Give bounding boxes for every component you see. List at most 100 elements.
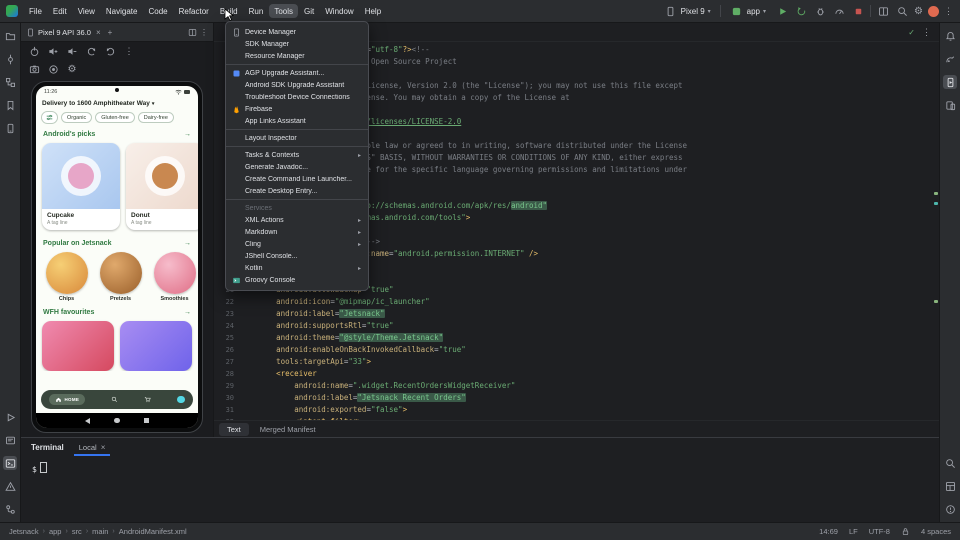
delivery-address-selector[interactable]: Delivery to 1600 Amphitheater Way ▾: [36, 95, 198, 108]
kebab-menu-icon[interactable]: ⋮: [922, 27, 931, 38]
menubar-item-help[interactable]: Help: [360, 4, 386, 18]
android-home-button[interactable]: [114, 418, 120, 424]
code-line[interactable]: 24 android:supportsRtl="true": [214, 320, 939, 332]
run-tool-icon[interactable]: [3, 410, 17, 424]
emulator-screen[interactable]: 11:26 Delivery to 1600 Amphitheater Way …: [36, 86, 198, 428]
indent-setting[interactable]: 4 spaces: [921, 527, 951, 536]
split-icon[interactable]: [188, 28, 197, 37]
tools-menu-item-firebase[interactable]: Firebase: [226, 103, 368, 115]
power-icon[interactable]: [28, 45, 40, 57]
tools-menu-item-layout-inspector[interactable]: Layout Inspector: [226, 132, 368, 144]
tools-menu-item-xml-actions[interactable]: XML Actions▸: [226, 214, 368, 226]
arrow-forward-icon[interactable]: →: [184, 309, 191, 316]
menubar-item-navigate[interactable]: Navigate: [101, 4, 143, 18]
logcat-icon[interactable]: [3, 433, 17, 447]
menubar-item-run[interactable]: Run: [244, 4, 269, 18]
filters-chip[interactable]: [41, 111, 58, 124]
terminal-tool-icon[interactable]: [3, 456, 17, 470]
code-line[interactable]: 26 android:enableOnBackInvokedCallback="…: [214, 344, 939, 356]
tools-menu-item-device-manager[interactable]: Device Manager: [226, 26, 368, 38]
run-config-selector[interactable]: app ▾: [726, 2, 770, 20]
emulator-settings-gear-icon[interactable]: ⚙: [66, 63, 78, 75]
device-manager-icon[interactable]: [943, 98, 957, 112]
tools-menu-item-jshell-console[interactable]: JShell Console...: [226, 250, 368, 262]
add-device-icon[interactable]: +: [106, 28, 115, 37]
device-explorer-icon[interactable]: [3, 121, 17, 135]
breadcrumb-item-androidmanifest-xml[interactable]: AndroidManifest.xml: [119, 527, 187, 536]
code-line[interactable]: 22 android:icon="@mipmap/ic_launcher": [214, 296, 939, 308]
tools-menu-item-agp-upgrade-assistant[interactable]: AGP Upgrade Assistant...: [226, 67, 368, 79]
popular-snack-smoothies[interactable]: Smoothies: [152, 252, 197, 302]
file-encoding[interactable]: UTF-8: [869, 527, 890, 536]
close-icon[interactable]: ×: [94, 28, 103, 37]
filter-chip-dairy-free[interactable]: Dairy-free: [138, 112, 174, 123]
breadcrumb-item-src[interactable]: src: [72, 527, 82, 536]
running-devices-icon[interactable]: [943, 75, 957, 89]
apply-changes-button[interactable]: [794, 4, 808, 18]
readonly-lock-icon[interactable]: [901, 527, 910, 536]
kebab-menu-icon[interactable]: ⋮: [123, 45, 135, 57]
code-line[interactable]: 23 android:label="Jetsnack": [214, 308, 939, 320]
close-icon[interactable]: ×: [101, 443, 106, 452]
search-icon[interactable]: [895, 4, 909, 18]
screen-record-icon[interactable]: [47, 63, 59, 75]
volume-up-icon[interactable]: [47, 45, 59, 57]
tools-menu-item-tasks-contexts[interactable]: Tasks & Contexts▸: [226, 149, 368, 161]
tools-menu-item-create-command-line-launcher[interactable]: Create Command Line Launcher...: [226, 173, 368, 185]
layout-inspector-icon[interactable]: [943, 479, 957, 493]
tools-menu-item-troubleshoot-device-connections[interactable]: Troubleshoot Device Connections: [226, 91, 368, 103]
manifest-tab-merged-manifest[interactable]: Merged Manifest: [252, 423, 324, 436]
filter-chip-organic[interactable]: Organic: [61, 112, 92, 123]
nav-profile-button[interactable]: [177, 396, 185, 404]
tools-menu-item-create-desktop-entry[interactable]: Create Desktop Entry...: [226, 185, 368, 197]
editor-scrollbar[interactable]: [932, 42, 939, 420]
notifications-icon[interactable]: [943, 29, 957, 43]
assistant-icon[interactable]: [943, 502, 957, 516]
menubar-item-code[interactable]: Code: [143, 4, 172, 18]
volume-down-icon[interactable]: [66, 45, 78, 57]
tools-menu-item-sdk-manager[interactable]: SDK Manager: [226, 38, 368, 50]
tools-menu-item-cling[interactable]: Cling▸: [226, 238, 368, 250]
nav-home-button[interactable]: HOME: [49, 394, 85, 405]
app-inspection-icon[interactable]: [943, 456, 957, 470]
inspections-widget-check-icon[interactable]: ✓: [908, 28, 915, 37]
menubar-item-view[interactable]: View: [73, 4, 100, 18]
run-button[interactable]: [775, 4, 789, 18]
screenshot-icon[interactable]: [28, 63, 40, 75]
device-tab-label[interactable]: Pixel 9 API 36.0: [38, 28, 91, 37]
debug-button[interactable]: [813, 4, 827, 18]
bookmarks-icon[interactable]: [3, 98, 17, 112]
profiler-button[interactable]: [832, 4, 846, 18]
nav-search-button[interactable]: [111, 396, 118, 403]
filter-chip-gluten-free[interactable]: Gluten-free: [95, 112, 135, 123]
terminal-tab-local[interactable]: Local ×: [74, 440, 111, 456]
code-line[interactable]: 25 android:theme="@style/Theme.Jetsnack": [214, 332, 939, 344]
code-line[interactable]: 31 android:exported="false">: [214, 404, 939, 416]
tools-menu-item-services[interactable]: Services: [226, 202, 368, 214]
snack-card-donut[interactable]: DonutA tag line: [126, 143, 198, 230]
code-line[interactable]: 29 android:name=".widget.RecentOrdersWid…: [214, 380, 939, 392]
manifest-tab-text[interactable]: Text: [219, 423, 249, 436]
device-mirroring-icon[interactable]: [876, 4, 890, 18]
tools-menu-item-markdown[interactable]: Markdown▸: [226, 226, 368, 238]
problems-icon[interactable]: [3, 479, 17, 493]
popular-snack-chips[interactable]: Chips: [44, 252, 89, 302]
menubar-item-edit[interactable]: Edit: [48, 4, 72, 18]
menubar-item-window[interactable]: Window: [320, 4, 358, 18]
wfh-card[interactable]: [42, 321, 114, 371]
tools-menu-item-generate-javadoc[interactable]: Generate Javadoc...: [226, 161, 368, 173]
settings-gear-icon[interactable]: ⚙: [914, 6, 923, 17]
tools-menu-item-groovy-console[interactable]: Groovy Console: [226, 274, 368, 286]
android-recents-button[interactable]: [144, 418, 149, 423]
tools-menu-item-resource-manager[interactable]: Resource Manager: [226, 50, 368, 62]
stop-button[interactable]: [851, 4, 865, 18]
tools-menu-item-kotlin[interactable]: Kotlin▸: [226, 262, 368, 274]
kebab-menu-icon[interactable]: ⋮: [200, 28, 208, 37]
code-line[interactable]: 27 tools:targetApi="33">: [214, 356, 939, 368]
breadcrumb-item-main[interactable]: main: [92, 527, 108, 536]
menubar-item-git[interactable]: Git: [299, 4, 319, 18]
terminal-output[interactable]: $: [21, 457, 939, 522]
menubar-item-file[interactable]: File: [24, 4, 47, 18]
tools-menu-item-android-sdk-upgrade-assistant[interactable]: Android SDK Upgrade Assistant: [226, 79, 368, 91]
device-selector[interactable]: Pixel 9 ▾: [660, 2, 715, 20]
